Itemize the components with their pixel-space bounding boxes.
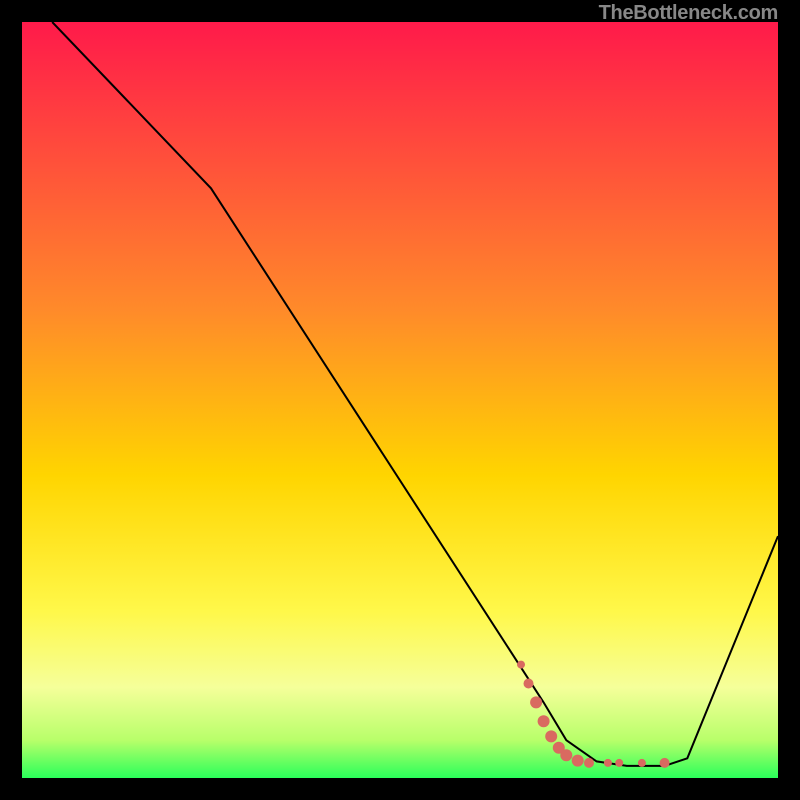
chart-svg: [22, 22, 778, 778]
highlight-dot: [572, 755, 584, 767]
highlight-dot: [530, 696, 542, 708]
highlight-dot: [545, 730, 557, 742]
highlight-dot: [538, 715, 550, 727]
highlight-dot: [517, 661, 525, 669]
highlight-dot: [638, 759, 646, 767]
highlight-dot: [615, 759, 623, 767]
gradient-background: [22, 22, 778, 778]
highlight-dot: [560, 749, 572, 761]
highlight-dot: [524, 679, 534, 689]
highlight-dot: [584, 758, 594, 768]
highlight-dot: [660, 758, 670, 768]
chart-frame: [22, 22, 778, 778]
highlight-dot: [604, 759, 612, 767]
